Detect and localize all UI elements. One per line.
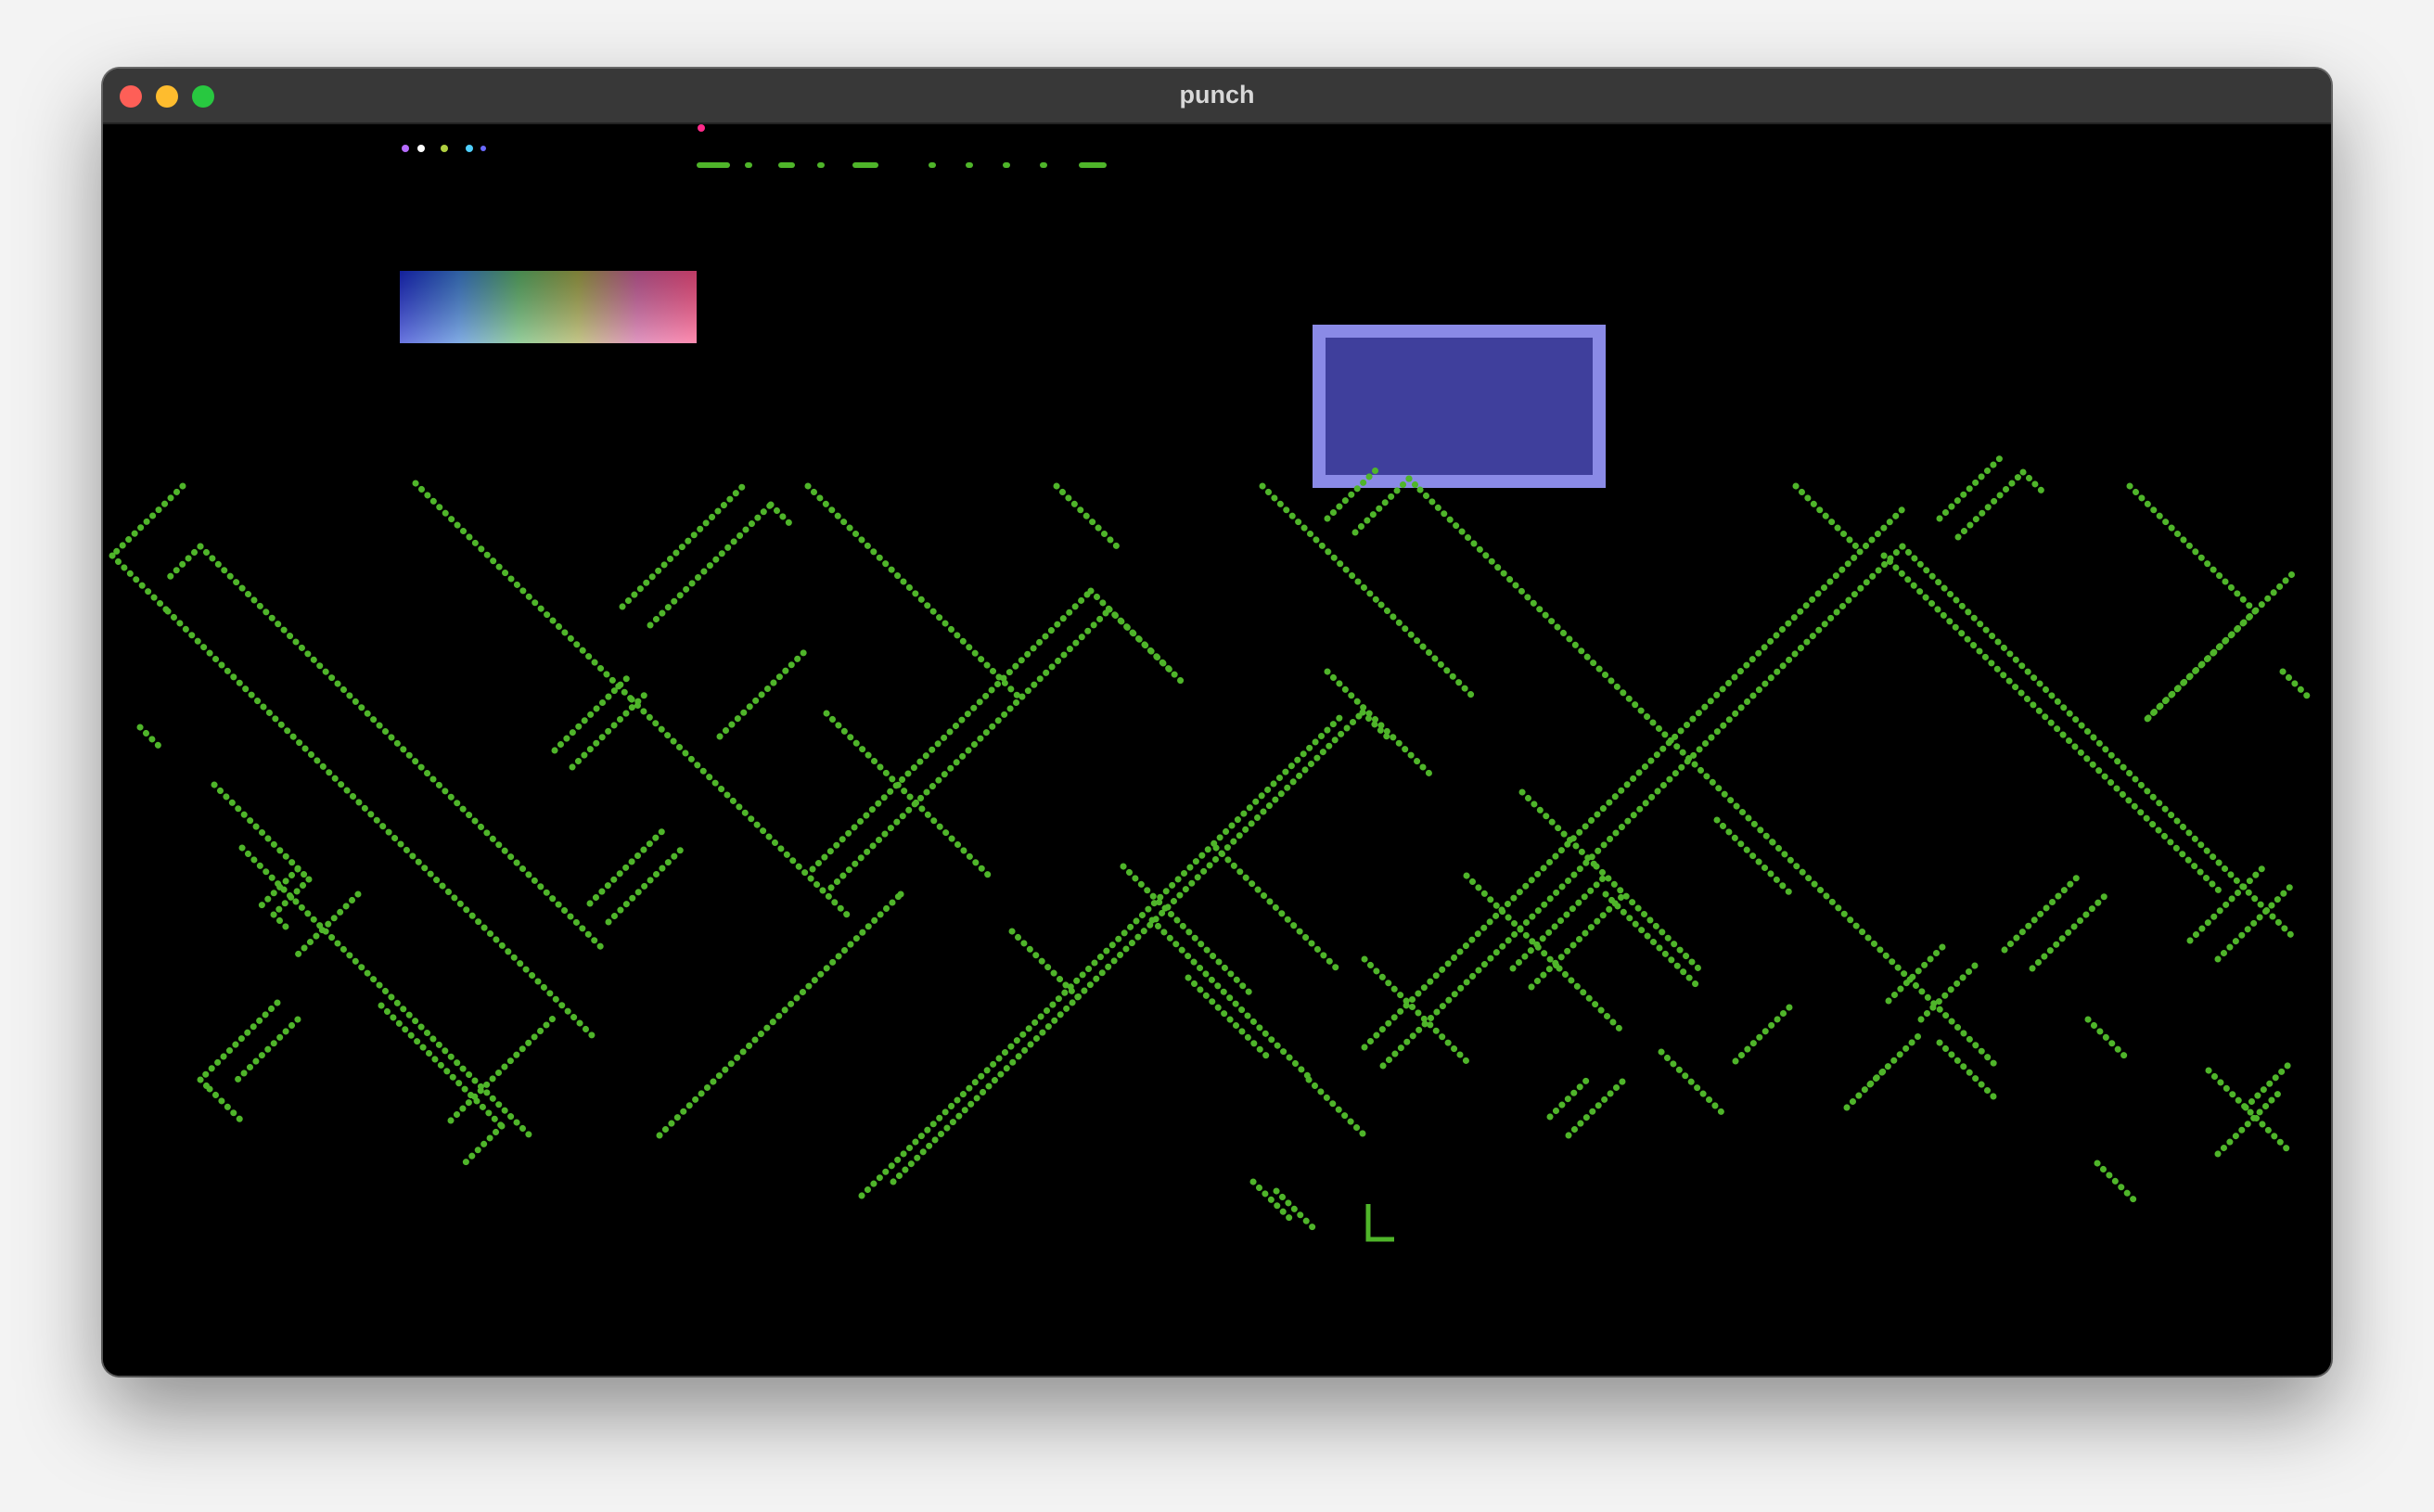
maze-segment: [109, 482, 186, 559]
maze-segment: [1880, 552, 2226, 898]
top-dash-line: [697, 162, 1107, 168]
maze-segment: [716, 645, 812, 740]
maze-segment: [238, 844, 533, 1139]
maze-segment: [1249, 1178, 1294, 1223]
maze-segment: [1106, 606, 1178, 678]
color-dots: [402, 145, 486, 152]
maze-segment: [2214, 1090, 2282, 1158]
maze-segment: [605, 844, 686, 926]
maze-segment: [767, 501, 795, 529]
maze-segment: [1259, 482, 1385, 609]
maze-segment: [906, 793, 997, 884]
maze-segment: [1528, 891, 1628, 991]
maze-segment: [1936, 1039, 1999, 1102]
maze-segment: [1593, 863, 1702, 972]
maze-segment: [1008, 928, 1085, 1005]
maze-segment: [1416, 486, 1776, 846]
maze-segment: [1917, 960, 1980, 1023]
maze-segment: [1463, 872, 1563, 972]
maze-segment: [197, 999, 281, 1083]
maze-segment: [206, 1085, 246, 1125]
cursor-icon: [1365, 1204, 1394, 1242]
maze-segment: [1324, 668, 1433, 777]
maze-segment: [1792, 482, 1860, 550]
maze-segment: [1377, 601, 1480, 703]
maze-segment: [2094, 1160, 2138, 1204]
maze-segment: [1148, 916, 1313, 1081]
maze-segment: [2029, 891, 2110, 972]
maze-segment: [2084, 1016, 2129, 1060]
maze-segment: [164, 608, 598, 1042]
maze-segment: [2186, 863, 2268, 944]
maze-segment: [1899, 543, 2296, 940]
maze-segment: [1602, 891, 1702, 991]
maze-segment: [461, 1122, 506, 1167]
maze-segment: [1954, 468, 2027, 541]
maze-segment: [804, 482, 1025, 703]
title-bar[interactable]: punch: [103, 69, 2331, 124]
maze-segment: [136, 724, 164, 751]
maze-segment: [1212, 844, 1340, 972]
maze-segment: [1361, 506, 1906, 1051]
maze-segment: [586, 826, 668, 907]
marker-dot: [698, 124, 705, 132]
maze-segment: [2019, 468, 2045, 494]
maze-segment: [551, 674, 631, 754]
maze-segment: [109, 552, 172, 615]
color-palette: [400, 271, 697, 343]
maze-segment: [378, 1002, 506, 1130]
maze-segment: [412, 480, 635, 703]
maze: [109, 450, 2314, 1235]
maze-segment: [1546, 1076, 1591, 1121]
app-window: punch: [103, 69, 2331, 1376]
maze-segment: [2279, 668, 2314, 703]
maze-segment: [1713, 816, 1795, 898]
maze-segment: [1936, 450, 2008, 522]
maze-segment: [294, 891, 362, 958]
maze-segment: [1732, 1002, 1795, 1065]
maze-segment: [1885, 942, 1948, 1005]
blue-panel: [1313, 325, 1606, 488]
maze-segment: [1843, 1067, 1888, 1111]
maze-segment: [827, 606, 1113, 891]
game-graphics: [109, 124, 2314, 1242]
maze-segment: [628, 696, 856, 924]
maze-segment: [2205, 1067, 2296, 1158]
maze-segment: [270, 911, 292, 933]
maze-segment: [1556, 965, 1628, 1037]
maze-segment: [647, 501, 775, 629]
maze-segment: [1379, 543, 1906, 1070]
game-canvas[interactable]: [103, 124, 2331, 1376]
maze-segment: [890, 709, 1366, 1185]
maze-segment: [1053, 482, 1125, 555]
maze-segment: [1305, 1076, 1367, 1138]
maze-segment: [1658, 1048, 1730, 1121]
maze-segment: [1185, 974, 1275, 1065]
window-title: punch: [1179, 81, 1255, 109]
maze-segment: [2001, 872, 2082, 954]
maze-segment: [229, 1016, 301, 1088]
maze-segment: [1769, 839, 1999, 1069]
maze-segment: [1361, 955, 1470, 1065]
maze-segment: [164, 543, 204, 583]
maze-segment: [656, 891, 904, 1139]
maze-segment: [809, 587, 1095, 873]
maze-segment: [2126, 482, 2259, 615]
